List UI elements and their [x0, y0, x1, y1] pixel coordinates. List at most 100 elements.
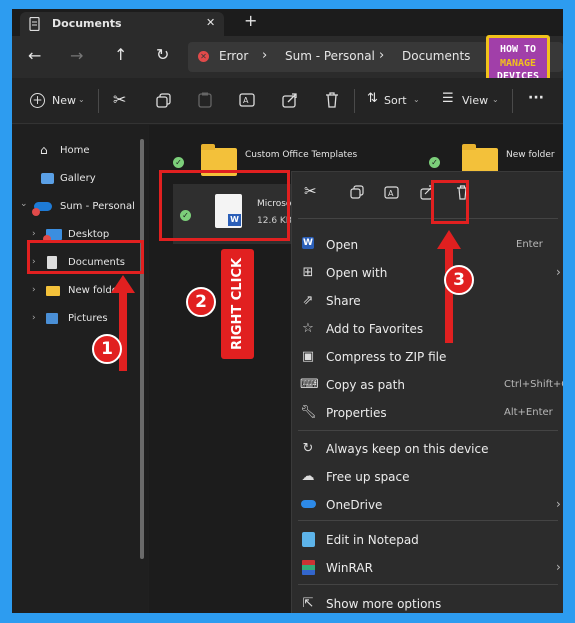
- context-menu-divider: [298, 520, 558, 521]
- chevron-right-icon: ›: [32, 313, 36, 323]
- context-menu: ✂ A W Open Enter ⊞ Open with › ⇗ Share ☆…: [291, 171, 563, 613]
- divider: [98, 89, 99, 113]
- plus-icon: +: [30, 93, 45, 108]
- logo-line-2: MANAGE: [499, 58, 537, 69]
- highlight-documents: [27, 240, 144, 274]
- paste-icon[interactable]: [198, 92, 212, 108]
- context-menu-divider: [298, 430, 558, 431]
- refresh-button[interactable]: ↻: [156, 45, 169, 64]
- star-icon: ☆: [302, 321, 314, 336]
- chevron-down-icon: ⌄: [20, 199, 28, 209]
- context-menu-item-winrar[interactable]: WinRAR ›: [292, 557, 563, 579]
- breadcrumb-error[interactable]: Error: [219, 49, 248, 63]
- share-icon[interactable]: [282, 92, 298, 108]
- right-click-label: RIGHT CLICK: [221, 249, 254, 359]
- sort-button[interactable]: Sort: [384, 94, 407, 107]
- properties-icon: 🔧︎: [300, 405, 317, 420]
- home-icon: ⌂: [40, 143, 48, 157]
- copy-icon[interactable]: [350, 185, 364, 199]
- sync-icon: ↻: [302, 441, 314, 456]
- sort-icon: ⇅: [367, 91, 378, 106]
- context-menu-item-onedrive[interactable]: OneDrive ›: [292, 494, 563, 516]
- file-name: New folder: [506, 150, 555, 160]
- context-menu-divider: [298, 584, 558, 585]
- error-icon: ✕: [198, 51, 209, 62]
- forward-button[interactable]: →: [70, 46, 83, 65]
- sync-check-icon: ✓: [429, 157, 440, 168]
- onedrive-icon: [301, 500, 316, 508]
- rename-icon[interactable]: A: [239, 92, 255, 108]
- error-badge-icon: [32, 208, 40, 216]
- file-name: Custom Office Templates: [245, 150, 358, 160]
- tab-title: Documents: [52, 17, 122, 30]
- word-icon: W: [302, 237, 314, 249]
- share-icon: ⇗: [302, 293, 314, 308]
- highlight-file: [159, 170, 290, 241]
- view-icon: ☰: [442, 91, 454, 106]
- context-menu-item-open-with[interactable]: ⊞ Open with ›: [292, 262, 563, 284]
- view-button[interactable]: View: [462, 94, 488, 107]
- context-menu-item-free-up-space[interactable]: ☁ Free up space: [292, 466, 563, 488]
- open-with-icon: ⊞: [302, 265, 314, 280]
- step-1-badge: 1: [92, 334, 122, 364]
- highlight-delete: [431, 180, 469, 224]
- winrar-icon: [302, 560, 315, 575]
- context-menu-item-open[interactable]: W Open Enter: [292, 234, 563, 256]
- step-3-badge: 3: [444, 265, 474, 295]
- cut-icon[interactable]: ✂: [113, 90, 126, 109]
- context-menu-item-edit-in-notepad[interactable]: Edit in Notepad: [292, 529, 563, 551]
- delete-icon[interactable]: [325, 92, 339, 108]
- chevron-right-icon: ›: [556, 497, 561, 511]
- chevron-right-icon: ›: [32, 229, 36, 239]
- context-menu-item-properties[interactable]: 🔧︎ Properties Alt+Enter: [292, 402, 563, 424]
- more-options-icon: ⇱: [302, 596, 314, 611]
- context-menu-item-copy-as-path[interactable]: ⌨ Copy as path Ctrl+Shift+C: [292, 374, 563, 396]
- breadcrumb-separator: ›: [379, 48, 385, 63]
- document-icon: [29, 17, 40, 31]
- pictures-icon: [46, 313, 58, 324]
- copy-path-icon: ⌨: [300, 377, 319, 392]
- context-menu-item-show-more-options[interactable]: ⇱ Show more options: [292, 593, 563, 613]
- notepad-icon: [302, 532, 315, 547]
- context-menu-item-add-to-favorites[interactable]: ☆ Add to Favorites: [292, 318, 563, 340]
- divider: [354, 89, 355, 113]
- context-menu-quick-actions: ✂ A: [292, 172, 563, 212]
- cloud-icon: ☁: [301, 469, 315, 484]
- breadcrumb-documents[interactable]: Documents: [402, 49, 470, 63]
- chevron-down-icon: ⌄: [78, 95, 85, 104]
- chevron-right-icon: ›: [32, 285, 36, 295]
- step-2-badge: 2: [186, 287, 216, 317]
- svg-text:A: A: [388, 189, 394, 198]
- svg-text:A: A: [243, 96, 249, 105]
- chevron-right-icon: ›: [556, 560, 561, 574]
- breadcrumb-sum-personal[interactable]: Sum - Personal: [285, 49, 375, 63]
- command-bar: + New ⌄ ✂ A ⇅ Sort ⌄ ☰ View ⌄ ···: [12, 78, 563, 124]
- tab-documents[interactable]: Documents ✕: [20, 12, 224, 36]
- context-menu-item-compress-zip[interactable]: ▣ Compress to ZIP file: [292, 346, 563, 368]
- sync-check-icon: ✓: [173, 157, 184, 168]
- chevron-down-icon: ⌄: [413, 95, 420, 104]
- context-menu-item-share[interactable]: ⇗ Share: [292, 290, 563, 312]
- breadcrumb-separator: ›: [262, 48, 268, 63]
- new-tab-button[interactable]: +: [244, 11, 257, 30]
- back-button[interactable]: ←: [28, 46, 41, 65]
- logo-line-1: HOW TO: [499, 44, 537, 55]
- cut-icon[interactable]: ✂: [304, 182, 317, 200]
- file-explorer-window: Documents ✕ + ← → ↑ ↻ ✕ Error › Sum - Pe…: [12, 9, 563, 613]
- zip-icon: ▣: [301, 349, 315, 364]
- new-button[interactable]: New: [52, 94, 76, 107]
- up-button[interactable]: ↑: [114, 45, 127, 64]
- gallery-icon: [41, 173, 54, 184]
- nav-scrollbar[interactable]: [140, 139, 144, 559]
- copy-icon[interactable]: [156, 93, 171, 108]
- context-menu-divider: [298, 218, 558, 219]
- context-menu-item-always-keep[interactable]: ↻ Always keep on this device: [292, 438, 563, 460]
- more-options-button[interactable]: ···: [528, 90, 544, 106]
- rename-icon[interactable]: A: [384, 185, 399, 200]
- chevron-down-icon: ⌄: [492, 95, 499, 104]
- chevron-right-icon: ›: [556, 265, 561, 279]
- folder-icon: [46, 286, 60, 296]
- title-bar: Documents ✕ +: [12, 9, 563, 36]
- address-row: ← → ↑ ↻ ✕ Error › Sum - Personal › Docum…: [12, 36, 563, 78]
- tab-close-button[interactable]: ✕: [206, 16, 215, 29]
